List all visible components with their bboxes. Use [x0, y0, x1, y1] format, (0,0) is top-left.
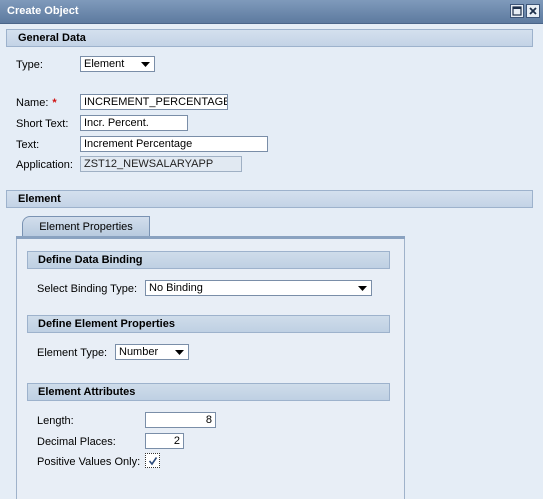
chevron-down-icon — [175, 350, 184, 355]
name-label-text: Name: — [16, 97, 49, 109]
short-text-label: Short Text: — [16, 118, 69, 130]
short-text-field[interactable]: Incr. Percent. — [80, 115, 188, 131]
binding-type-dropdown[interactable]: No Binding — [145, 280, 372, 296]
binding-type-value: No Binding — [149, 282, 203, 294]
element-type-label: Element Type: — [37, 347, 108, 359]
type-label: Type: — [16, 59, 43, 71]
application-field: ZST12_NEWSALARYAPP — [80, 156, 242, 172]
close-button[interactable] — [526, 4, 540, 18]
text-field[interactable]: Increment Percentage — [80, 136, 268, 152]
maximize-button[interactable] — [510, 4, 524, 18]
decimal-places-field[interactable]: 2 — [145, 433, 184, 449]
element-attributes-header: Element Attributes — [27, 383, 390, 401]
element-type-dropdown[interactable]: Number — [115, 344, 189, 360]
required-indicator: * — [52, 97, 57, 109]
decimal-places-label: Decimal Places: — [37, 436, 116, 448]
length-label: Length: — [37, 415, 74, 427]
checkmark-icon — [148, 456, 157, 465]
window-title: Create Object — [7, 5, 79, 17]
binding-type-label: Select Binding Type: — [37, 283, 138, 295]
maximize-icon — [512, 6, 522, 16]
chevron-down-icon — [141, 62, 150, 67]
close-icon — [529, 7, 537, 15]
text-label: Text: — [16, 139, 40, 151]
positive-values-label: Positive Values Only: — [37, 456, 141, 468]
length-field[interactable]: 8 — [145, 412, 216, 428]
positive-values-checkbox[interactable] — [145, 453, 160, 468]
name-label: Name: * — [16, 97, 57, 109]
element-header: Element — [6, 190, 533, 208]
data-binding-header: Define Data Binding — [27, 251, 390, 269]
chevron-down-icon — [358, 286, 367, 291]
element-properties-header: Define Element Properties — [27, 315, 390, 333]
application-label: Application: — [16, 159, 73, 171]
title-bar: Create Object — [0, 0, 543, 24]
general-data-header: General Data — [6, 29, 533, 47]
element-type-value: Number — [119, 346, 159, 358]
tab-element-properties[interactable]: Element Properties — [22, 216, 150, 237]
type-dropdown-value: Element — [84, 58, 125, 70]
type-dropdown[interactable]: Element — [80, 56, 155, 72]
name-field[interactable]: INCREMENT_PERCENTAGE — [80, 94, 228, 110]
